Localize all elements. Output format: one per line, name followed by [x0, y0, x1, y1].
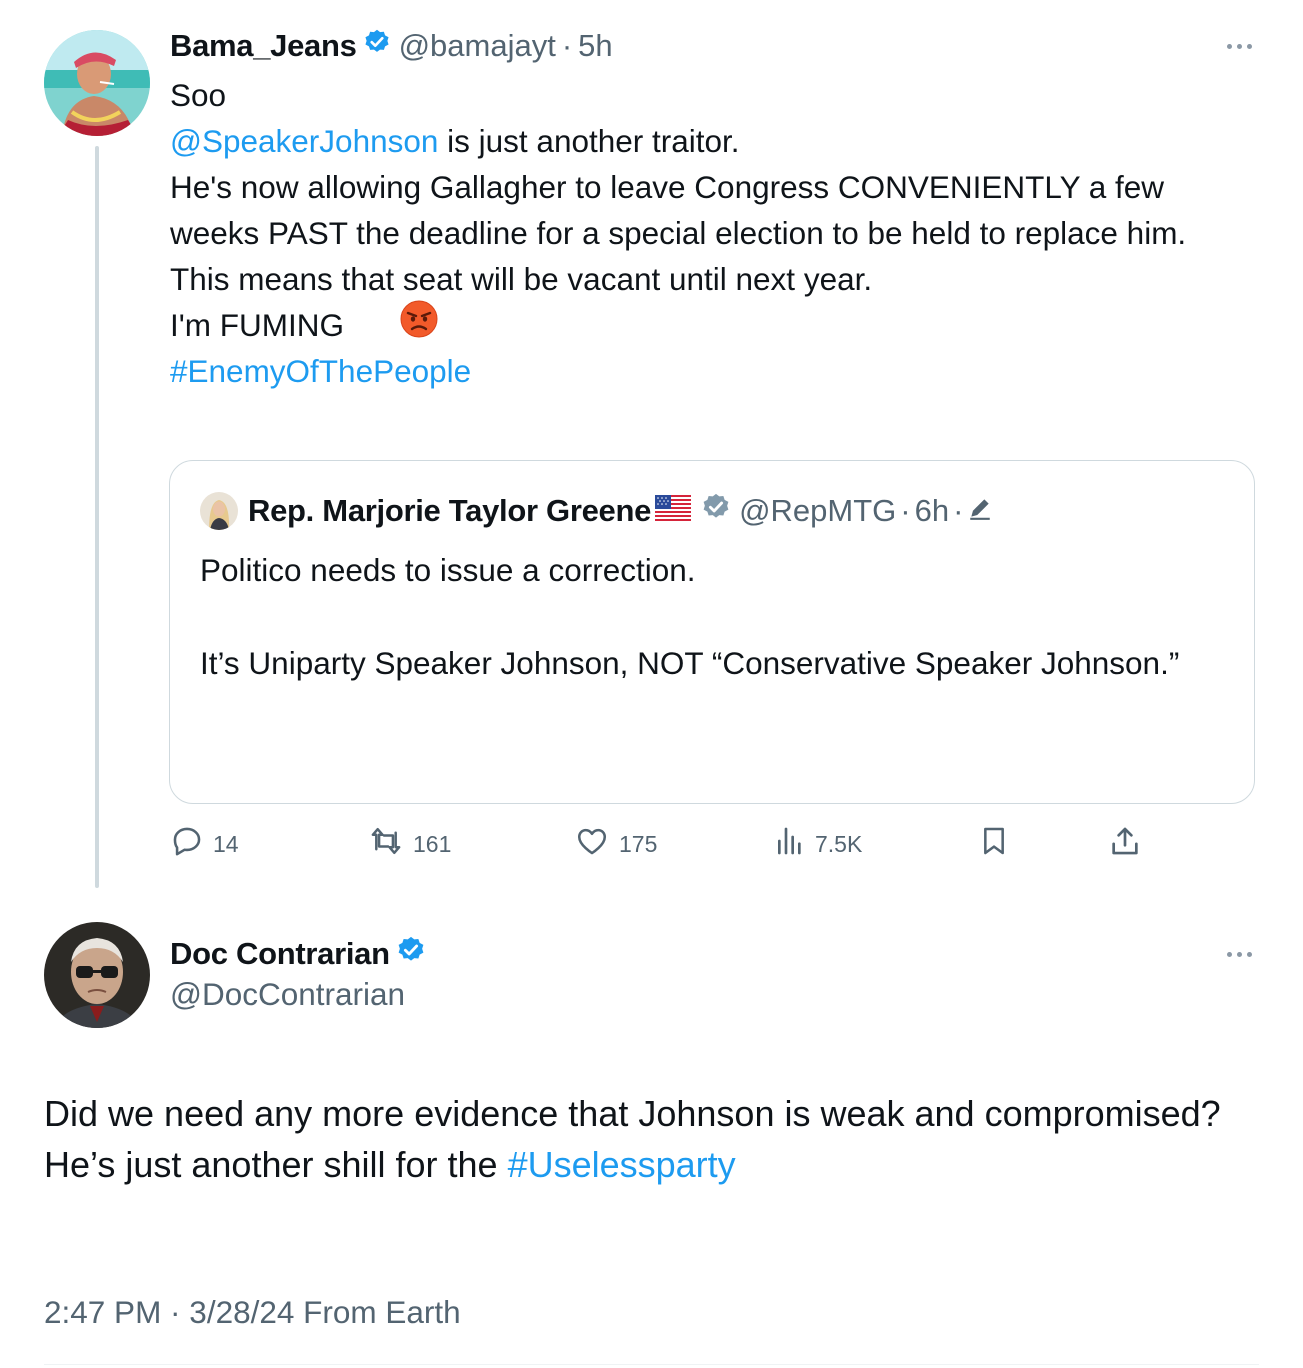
verified-badge-icon — [363, 28, 391, 64]
more-icon[interactable] — [1227, 944, 1257, 964]
tweet-line: This means that seat will be vacant unti… — [170, 261, 873, 297]
hashtag-link[interactable]: #EnemyOfThePeople — [170, 348, 471, 394]
reply-text: He’s just another shill for the — [44, 1144, 508, 1185]
reply-icon — [170, 824, 204, 864]
separator-dot: · — [561, 28, 573, 63]
reply-author-handle[interactable]: @DocContrarian — [170, 976, 405, 1013]
reply-count: 14 — [213, 830, 239, 857]
repost-count: 161 — [413, 830, 452, 857]
mention-link[interactable]: @SpeakerJohnson — [170, 118, 438, 164]
quoted-author-name[interactable]: Rep. Marjorie Taylor Greene — [248, 493, 651, 529]
tweet-line: @SpeakerJohnson is just another traitor. — [170, 118, 1250, 164]
quoted-tweet-time[interactable]: 6h — [915, 493, 949, 529]
quoted-author-avatar — [200, 492, 238, 530]
reply-line: He’s just another shill for the #Useless… — [44, 1139, 1264, 1190]
repost-button[interactable]: 161 — [368, 826, 451, 862]
reply-header: Doc Contrarian — [170, 934, 426, 974]
like-button[interactable]: 175 — [574, 826, 657, 862]
like-icon — [574, 824, 610, 864]
tweet-time[interactable]: 5h — [578, 28, 612, 64]
author-name[interactable]: Bama_Jeans — [170, 28, 357, 64]
edit-icon — [967, 493, 993, 529]
tweet-body: Soo @SpeakerJohnson is just another trai… — [170, 72, 1250, 394]
reply-author-name[interactable]: Doc Contrarian — [170, 936, 390, 972]
bookmark-icon — [978, 824, 1010, 864]
views-button[interactable]: 7.5K — [774, 826, 862, 862]
reply-button[interactable]: 14 — [170, 826, 239, 862]
tweet-line: He's now allowing Gallagher to leave Con… — [170, 169, 1187, 251]
tweet-line: Soo — [170, 77, 227, 113]
verified-badge-icon — [396, 935, 426, 973]
quoted-text: Politico needs to issue a correction. — [200, 552, 696, 588]
us-flag-icon — [655, 493, 692, 529]
reply-body: Did we need any more evidence that Johns… — [44, 1088, 1264, 1190]
tweet-line: I'm FUMING — [170, 300, 1250, 348]
author-avatar[interactable] — [44, 30, 150, 136]
tweet-text: is just another traitor. — [438, 123, 740, 159]
quoted-text: It’s Uniparty Speaker Johnson, NOT “Cons… — [200, 645, 1180, 681]
tweet-text: I'm FUMING — [170, 307, 344, 343]
divider — [44, 1364, 1259, 1365]
quoted-author-handle[interactable]: @RepMTG — [739, 493, 896, 529]
verified-badge-gray-icon — [701, 492, 731, 530]
hashtag-link[interactable]: #Uselessparty — [508, 1144, 736, 1185]
reply-text: Did we need any more evidence that Johns… — [44, 1093, 1221, 1134]
tweet-header: Bama_Jeans @bamajayt · 5h — [170, 26, 613, 66]
separator-dot: · — [900, 493, 911, 528]
thread-connector-line — [95, 146, 99, 888]
quoted-tweet-body: Politico needs to issue a correction. It… — [200, 547, 1200, 686]
tweet-line: #EnemyOfThePeople — [170, 348, 1250, 394]
reply-timestamp[interactable]: 2:47 PM · 3/28/24 From Earth — [44, 1294, 461, 1331]
share-icon — [1108, 824, 1142, 864]
bookmark-button[interactable] — [978, 826, 1010, 862]
reply-author-avatar[interactable] — [44, 922, 150, 1028]
separator-dot: · — [953, 493, 964, 528]
more-icon[interactable] — [1227, 36, 1257, 56]
views-icon — [774, 824, 806, 864]
share-button[interactable] — [1108, 826, 1142, 862]
views-count: 7.5K — [815, 830, 863, 857]
repost-icon — [368, 824, 404, 864]
like-count: 175 — [619, 830, 658, 857]
quoted-tweet-header: Rep. Marjorie Taylor Greene @RepMTG · 6h… — [200, 491, 993, 531]
author-handle[interactable]: @bamajayt — [399, 28, 556, 64]
quoted-tweet-card[interactable]: Rep. Marjorie Taylor Greene @RepMTG · 6h… — [169, 460, 1255, 804]
